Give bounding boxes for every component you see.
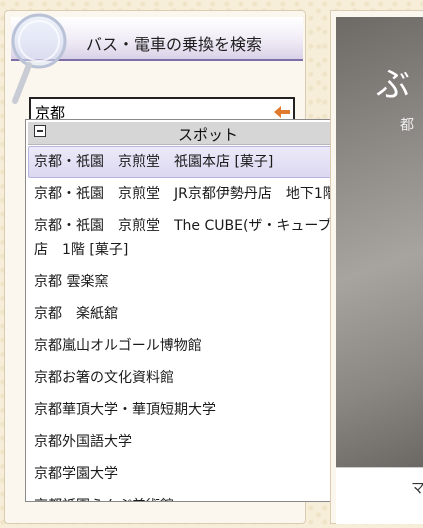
banner-photo-char: ぶ (376, 65, 410, 105)
banner-caption: マ (336, 467, 423, 524)
panel-title: バス・電車の乗換を検索 (86, 35, 263, 54)
clear-arrow-icon[interactable] (273, 105, 291, 119)
banner-photo[interactable]: ぶ 都 (336, 17, 423, 467)
magnifier-icon (11, 13, 67, 104)
banner-caption-text: マ (411, 481, 423, 497)
banner-photo-text: 都 (398, 117, 414, 131)
side-banner: ぶ 都 マ (330, 10, 423, 524)
